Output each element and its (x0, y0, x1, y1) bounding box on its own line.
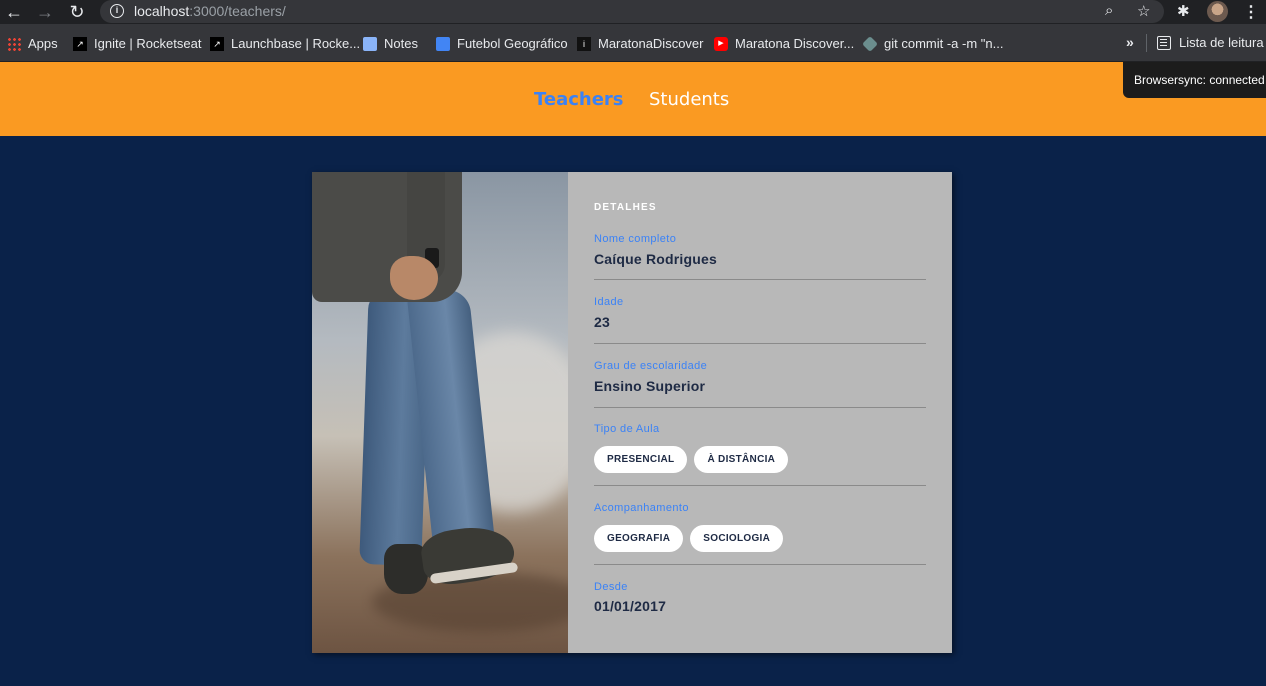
name-label: Nome completo (594, 233, 677, 245)
youtube-icon: ▶ (714, 36, 728, 51)
reading-list-button[interactable]: Lista de leitura (1157, 35, 1264, 50)
reading-list-icon (1157, 35, 1171, 50)
bookmark-launchbase[interactable]: ↗ Launchbase | Rocke... (210, 35, 360, 52)
bookmark-git-commit[interactable]: git commit -a -m "n... (862, 35, 1003, 52)
teacher-details-card: DETALHES Nome completo Caíque Rodrigues … (312, 172, 952, 653)
maratona-icon: i (577, 36, 591, 51)
bookmark-maratona[interactable]: i MaratonaDiscover (577, 35, 704, 52)
nav-students-link[interactable]: Students (649, 89, 729, 110)
apps-grid-icon (7, 36, 21, 51)
details-heading: DETALHES (594, 202, 657, 213)
tag-presencial[interactable]: PRESENCIAL (594, 446, 688, 473)
address-bar[interactable]: i localhost:3000/teachers/ ⌕ ☆ (100, 0, 1164, 23)
git-icon (862, 35, 878, 52)
google-docs-icon (436, 36, 450, 51)
profile-avatar[interactable] (1207, 1, 1228, 22)
subjects-label: Acompanhamento (594, 502, 689, 514)
age-value: 23 (594, 314, 610, 330)
bookmark-ignite[interactable]: ↗ Ignite | Rocketseat (73, 35, 201, 52)
tag-geografia[interactable]: GEOGRAFIA (594, 525, 684, 552)
browser-menu-icon[interactable]: ⋮ (1243, 2, 1259, 22)
divider (594, 343, 926, 344)
rocketseat-icon: ↗ (210, 36, 224, 51)
extensions-puzzle-icon[interactable]: ✱ (1177, 2, 1190, 20)
since-label: Desde (594, 581, 628, 593)
bookmarks-bar: Apps ↗ Ignite | Rocketseat ↗ Launchbase … (0, 24, 1266, 62)
divider (594, 407, 926, 408)
rocketseat-icon: ↗ (73, 36, 87, 51)
tag-a-distancia[interactable]: À DISTÂNCIA (694, 446, 789, 473)
bookmarks-overflow-icon[interactable]: » (1126, 34, 1134, 50)
bookmark-apps[interactable]: Apps (7, 35, 58, 52)
nav-teachers-link[interactable]: Teachers (534, 89, 624, 110)
divider (594, 564, 926, 565)
site-header: Teachers Students (0, 62, 1266, 136)
teacher-photo (312, 172, 568, 653)
divider (594, 485, 926, 486)
class-type-tags: PRESENCIAL À DISTÂNCIA (594, 446, 789, 473)
bookmarks-divider (1146, 34, 1147, 52)
back-arrow-icon[interactable]: ← (4, 2, 24, 22)
age-label: Idade (594, 296, 624, 308)
site-info-icon[interactable]: i (110, 4, 124, 18)
details-panel: DETALHES Nome completo Caíque Rodrigues … (568, 172, 952, 653)
reload-icon[interactable]: ↻ (67, 2, 87, 22)
url-text[interactable]: localhost:3000/teachers/ (134, 3, 286, 19)
bookmark-maratona-youtube[interactable]: ▶ Maratona Discover... (714, 35, 854, 52)
bookmark-star-icon[interactable]: ☆ (1137, 2, 1150, 20)
zoom-icon[interactable]: ⌕ (1105, 2, 1113, 19)
notes-icon (363, 36, 377, 51)
divider (594, 279, 926, 280)
name-value: Caíque Rodrigues (594, 251, 717, 267)
class-type-label: Tipo de Aula (594, 423, 660, 435)
forward-arrow-icon[interactable]: → (35, 2, 55, 22)
browser-toolbar: ← → ↻ i localhost:3000/teachers/ ⌕ ☆ ✱ ⋮ (0, 0, 1266, 24)
tag-sociologia[interactable]: SOCIOLOGIA (690, 525, 784, 552)
education-value: Ensino Superior (594, 378, 706, 394)
bookmark-notes[interactable]: Notes (363, 35, 418, 52)
browsersync-notification: Browsersync: connected (1123, 62, 1266, 98)
since-value: 01/01/2017 (594, 598, 667, 614)
bookmark-futebol[interactable]: Futebol Geográfico (436, 35, 568, 52)
subjects-tags: GEOGRAFIA SOCIOLOGIA (594, 525, 784, 552)
education-label: Grau de escolaridade (594, 360, 708, 372)
